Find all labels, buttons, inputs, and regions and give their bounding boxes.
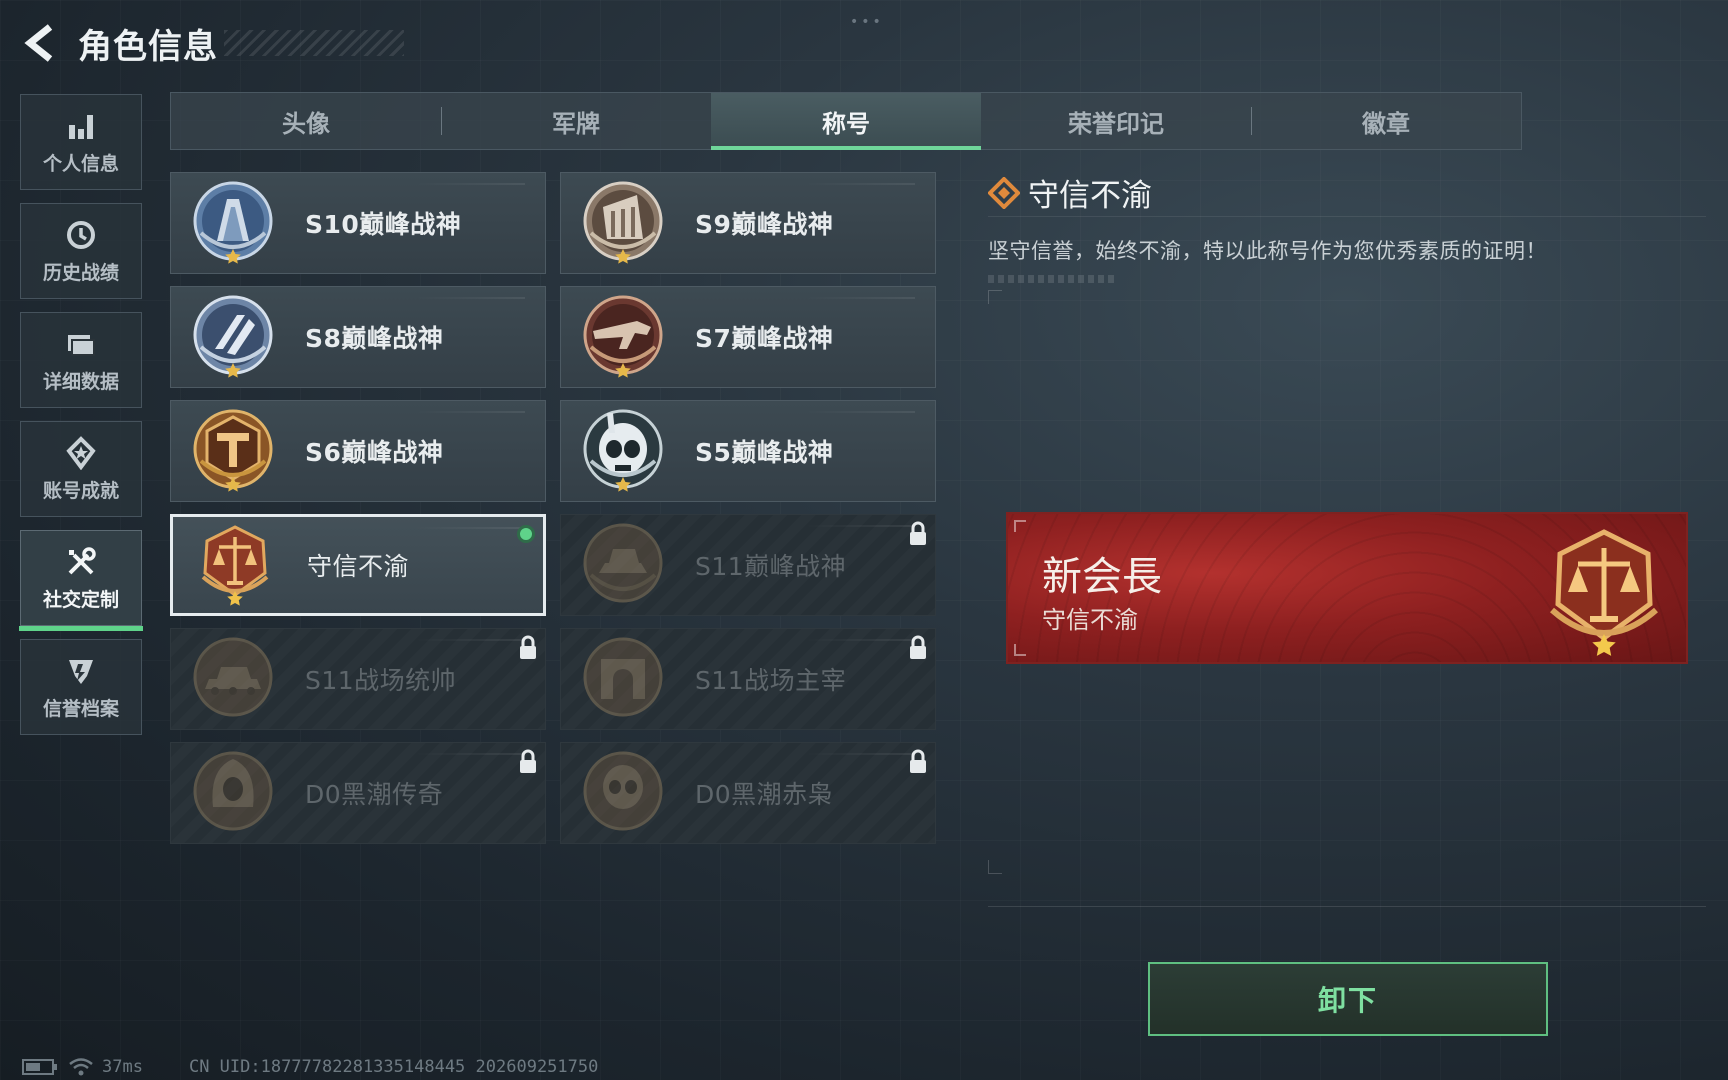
- sidebar-item-label: 社交定制: [42, 588, 119, 611]
- title-card-label: S10巅峰战神: [305, 210, 462, 239]
- tab-honor-mark[interactable]: 荣誉印记: [981, 93, 1251, 149]
- player-name: 新会長: [1042, 554, 1162, 600]
- unequip-button[interactable]: 卸下: [1148, 962, 1548, 1036]
- sidebar-item-history[interactable]: 历史战绩: [20, 203, 142, 299]
- lock-icon: [910, 521, 926, 545]
- tools-icon: [68, 546, 96, 574]
- title-card[interactable]: S7巅峰战神: [560, 286, 936, 388]
- title-card-label: S6巅峰战神: [305, 438, 444, 467]
- title-decoration: [224, 30, 404, 56]
- title-card-label: S11巅峰战神: [695, 552, 847, 581]
- unequip-label: 卸下: [1317, 984, 1378, 1017]
- battery-icon: [22, 1059, 57, 1075]
- tab-badge[interactable]: 徽章: [1251, 93, 1521, 149]
- scales-medal-icon: [1550, 529, 1658, 656]
- sidebar-item-label: 历史战绩: [42, 261, 119, 284]
- page-title: 角色信息: [78, 26, 218, 67]
- s11-medal-icon: [583, 523, 663, 603]
- plate-corner: [1014, 520, 1026, 532]
- title-card[interactable]: S8巅峰战神: [170, 286, 546, 388]
- frame-corner: [988, 860, 1002, 874]
- equipped-indicator: [517, 525, 535, 543]
- title-card-locked[interactable]: S11巅峰战神: [560, 514, 936, 616]
- title-card-selected[interactable]: 守信不渝: [170, 514, 546, 616]
- status-bar: 37ms CN UID:18777782281335148445 2026092…: [22, 1056, 598, 1078]
- nameplate-preview: 新会長 守信不渝: [1006, 512, 1688, 664]
- title-card[interactable]: S10巅峰战神: [170, 172, 546, 274]
- sidebar-item-label: 账号成就: [42, 479, 119, 502]
- plate-title: 守信不渝: [1042, 606, 1138, 634]
- s6-medal-icon: [193, 409, 273, 492]
- lock-icon: [910, 635, 926, 659]
- wifi-icon: [69, 1058, 93, 1076]
- top-handle-dots: •••: [850, 14, 884, 30]
- detail-header: 守信不渝: [988, 170, 1708, 215]
- tab-dogtag[interactable]: 军牌: [441, 93, 711, 149]
- title-card-label: S9巅峰战神: [695, 210, 834, 239]
- title-card-label: S7巅峰战神: [695, 324, 834, 353]
- title-card-locked[interactable]: D0黑潮赤枭: [560, 742, 936, 844]
- sidebar-item-credit[interactable]: 信誉档案: [20, 639, 142, 735]
- ping-value: 37ms: [102, 1057, 143, 1077]
- diamond-icon: [988, 176, 1020, 209]
- title-card-label: 守信不渝: [307, 552, 410, 581]
- frame-corner: [988, 290, 1002, 304]
- lock-icon: [520, 749, 536, 773]
- lock-icon: [520, 635, 536, 659]
- folder-icon: [68, 334, 95, 356]
- title-grid: S10巅峰战神 S9巅峰战神 S8巅峰战神 S7巅峰战神 S6巅峰战神 S5巅峰…: [170, 172, 938, 844]
- title-card[interactable]: S9巅峰战神: [560, 172, 936, 274]
- tab-avatar[interactable]: 头像: [171, 93, 441, 149]
- title-card-locked[interactable]: D0黑潮传奇: [170, 742, 546, 844]
- shield-icon: [69, 659, 93, 684]
- title-card-label: S5巅峰战神: [695, 438, 834, 467]
- title-card[interactable]: S5巅峰战神: [560, 400, 936, 502]
- arch-medal-icon: [583, 637, 663, 717]
- plate-corner: [1014, 644, 1026, 656]
- back-arrow-icon: [24, 24, 53, 62]
- sidebar-item-label: 详细数据: [42, 370, 119, 393]
- achievement-icon: [66, 435, 96, 470]
- s8-medal-icon: [193, 295, 273, 378]
- title-card-locked[interactable]: S11战场主宰: [560, 628, 936, 730]
- sidebar-item-social-custom[interactable]: 社交定制: [19, 530, 143, 631]
- title-card-label: D0黑潮赤枭: [695, 780, 834, 809]
- skull-medal-icon: [583, 751, 663, 831]
- clock-icon: [67, 220, 95, 249]
- title-card-label: S11战场主宰: [695, 666, 847, 695]
- back-button[interactable]: [20, 21, 64, 65]
- lock-icon: [910, 749, 926, 773]
- sidebar: 个人信息 历史战绩 详细数据 账号成就 社交定制 信誉档案: [19, 94, 144, 748]
- detail-title: 守信不渝: [1028, 178, 1152, 214]
- user-uid: CN UID:18777782281335148445 202609251750: [188, 1057, 599, 1077]
- tank-medal-icon: [193, 637, 273, 717]
- title-card-locked[interactable]: S11战场统帅: [170, 628, 546, 730]
- bar-chart-icon: [69, 114, 93, 139]
- hooded-medal-icon: [193, 751, 273, 831]
- category-tabs: 头像 军牌 称号 荣誉印记 徽章: [170, 92, 1522, 150]
- title-card[interactable]: S6巅峰战神: [170, 400, 546, 502]
- sidebar-item-achievements[interactable]: 账号成就: [20, 421, 142, 517]
- scales-medal-icon: [201, 525, 269, 606]
- sidebar-item-label: 信誉档案: [42, 697, 119, 720]
- s5-medal-icon: [583, 409, 663, 492]
- detail-description: 坚守信誉，始终不渝，特以此称号作为您优秀素质的证明！: [988, 239, 1547, 263]
- s10-medal-icon: [193, 181, 273, 264]
- title-card-label: S11战场统帅: [305, 666, 457, 695]
- title-card-label: S8巅峰战神: [305, 324, 444, 353]
- sidebar-item-label: 个人信息: [42, 152, 119, 175]
- s7-medal-icon: [583, 295, 663, 378]
- s9-medal-icon: [583, 181, 663, 264]
- sidebar-item-details[interactable]: 详细数据: [20, 312, 142, 408]
- panel-divider: [988, 906, 1706, 907]
- title-card-label: D0黑潮传奇: [305, 780, 444, 809]
- tab-title[interactable]: 称号: [711, 93, 981, 150]
- detail-decoration: [988, 275, 1118, 283]
- header: 角色信息: [20, 18, 404, 68]
- detail-divider: [988, 216, 1706, 217]
- sidebar-item-profile[interactable]: 个人信息: [20, 94, 142, 190]
